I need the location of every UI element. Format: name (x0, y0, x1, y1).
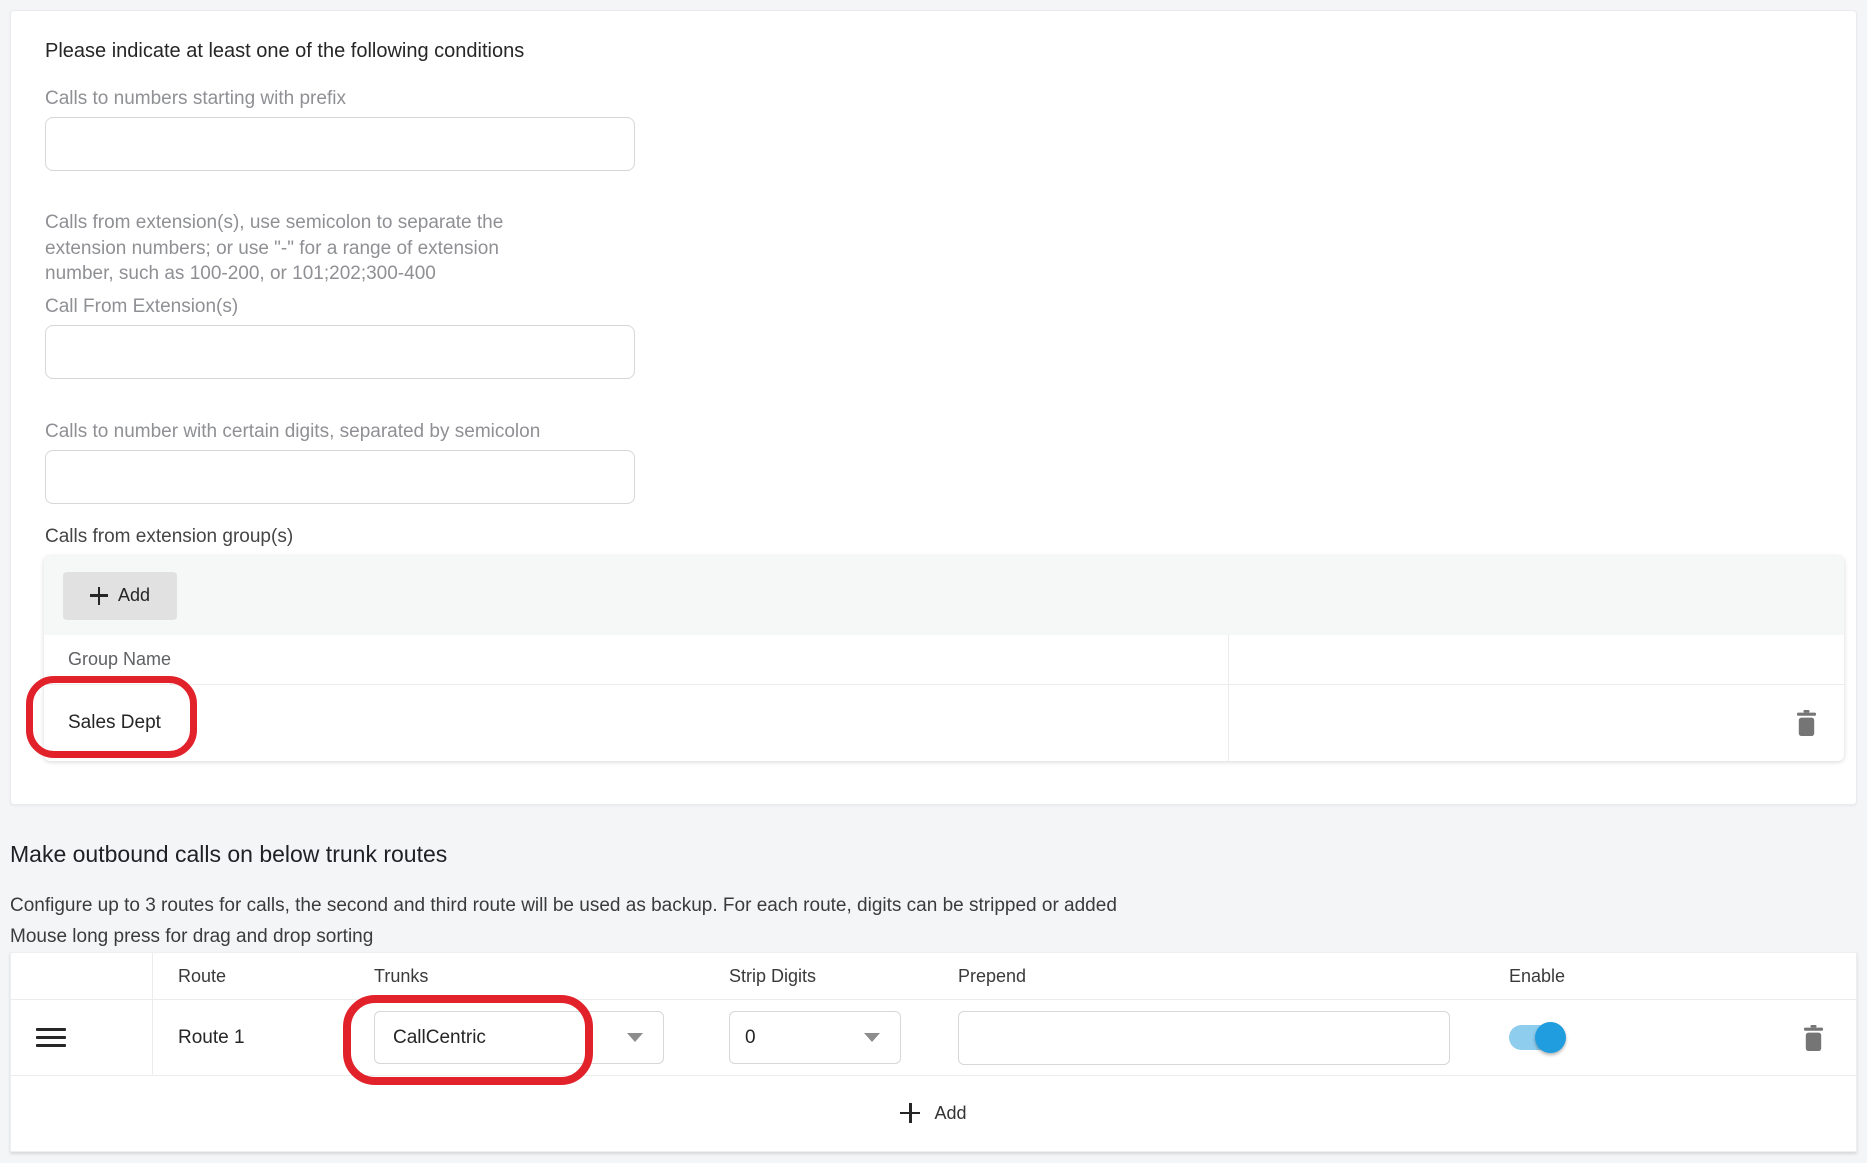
extension-groups-toolbar: Add (44, 556, 1844, 635)
plus-icon (90, 587, 108, 605)
plus-icon (900, 1103, 920, 1123)
trunks-select-value: CallCentric (393, 1027, 486, 1049)
prepend-column-header: Prepend (941, 953, 1481, 999)
trunk-routes-description: Configure up to 3 routes for calls, the … (10, 895, 1117, 917)
call-from-extensions-input[interactable] (45, 325, 635, 379)
enable-toggle[interactable] (1509, 1025, 1563, 1050)
add-group-button-label: Add (118, 585, 150, 606)
add-group-button[interactable]: Add (63, 572, 177, 620)
delete-route-button[interactable] (1803, 1025, 1824, 1051)
caret-down-icon (627, 1033, 643, 1042)
prepend-input[interactable] (958, 1011, 1450, 1065)
extension-help-text: Calls from extension(s), use semicolon t… (45, 210, 1856, 287)
add-route-button[interactable]: Add (11, 1075, 1856, 1150)
trunk-routes-heading: Make outbound calls on below trunk route… (10, 841, 447, 868)
trunk-routes-table: Route Trunks Strip Digits Prepend Enable… (10, 952, 1857, 1152)
route-row: Route 1 CallCentric 0 (11, 1000, 1856, 1075)
group-name-column-header: Group Name (44, 635, 1229, 684)
call-from-label: Call From Extension(s) (45, 296, 1856, 318)
group-table-header: Group Name (44, 635, 1844, 685)
drag-column-header (11, 953, 153, 999)
drag-handle-icon[interactable] (36, 1028, 66, 1047)
extension-groups-panel: Add Group Name Sales Dept (44, 556, 1844, 761)
group-actions-column-header (1229, 635, 1844, 684)
trash-icon (1796, 710, 1817, 736)
group-table-row: Sales Dept (44, 685, 1844, 761)
delete-group-button[interactable] (1796, 710, 1817, 736)
route-name-cell: Route 1 (153, 1000, 348, 1075)
group-name-cell: Sales Dept (44, 685, 1229, 761)
certain-digits-input[interactable] (45, 450, 635, 504)
prefix-input[interactable] (45, 117, 635, 171)
add-route-button-label: Add (934, 1103, 966, 1124)
trunks-select[interactable]: CallCentric (374, 1011, 664, 1064)
strip-digits-select[interactable]: 0 (729, 1011, 901, 1064)
trunks-column-header: Trunks (348, 953, 701, 999)
drag-sort-hint: Mouse long press for drag and drop sorti… (10, 926, 373, 948)
prefix-label: Calls to numbers starting with prefix (45, 88, 1856, 110)
route-column-header: Route (153, 953, 348, 999)
trash-icon (1803, 1025, 1824, 1051)
caret-down-icon (864, 1033, 880, 1042)
conditions-card: Please indicate at least one of the foll… (10, 10, 1857, 805)
certain-digits-label: Calls to number with certain digits, sep… (45, 421, 1856, 443)
strip-digits-column-header: Strip Digits (701, 953, 941, 999)
actions-column-header (1771, 953, 1856, 999)
conditions-title: Please indicate at least one of the foll… (45, 11, 1856, 63)
extension-groups-label: Calls from extension group(s) (45, 526, 1856, 548)
strip-digits-select-value: 0 (745, 1027, 756, 1049)
trunk-routes-table-header: Route Trunks Strip Digits Prepend Enable (11, 953, 1856, 1000)
enable-toggle-knob (1535, 1022, 1566, 1053)
enable-column-header: Enable (1481, 953, 1771, 999)
